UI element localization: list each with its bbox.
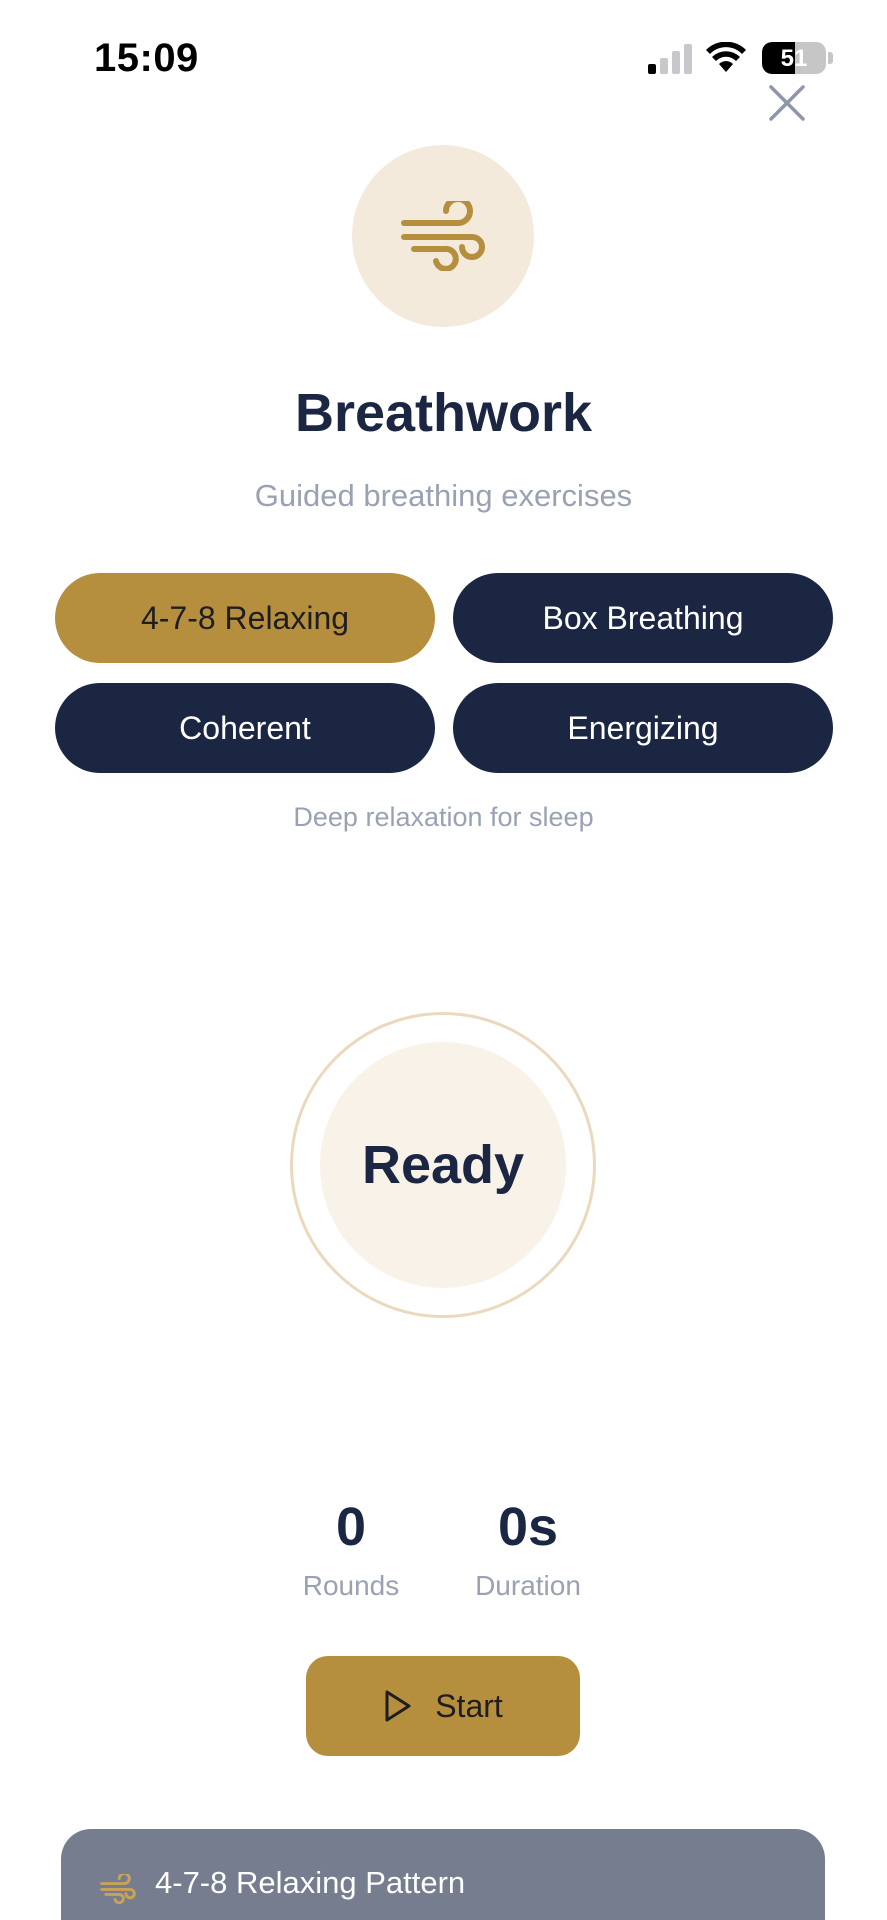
stat-rounds: 0 Rounds (266, 1492, 436, 1602)
breath-circle: Ready (320, 1042, 566, 1288)
rounds-value: 0 (335, 1497, 367, 1557)
wind-icon (100, 1874, 136, 1904)
battery-cap (828, 52, 833, 64)
duration-value: 0s (497, 1497, 559, 1557)
cellular-signal-icon (648, 44, 692, 74)
pattern-button-box-breathing[interactable]: Box Breathing (453, 573, 833, 663)
wind-icon (401, 201, 485, 271)
info-card-title: 4-7-8 Relaxing Pattern (155, 1865, 466, 1900)
status-time: 15:09 (94, 36, 199, 80)
start-button[interactable]: Start (306, 1656, 580, 1756)
battery-icon: 51 (762, 42, 826, 74)
pattern-description: Deep relaxation for sleep (293, 802, 594, 832)
close-icon (769, 85, 805, 121)
pattern-button-energizing[interactable]: Energizing (453, 683, 833, 773)
breath-state: Ready (361, 1135, 525, 1195)
start-label: Start (435, 1687, 503, 1724)
status-bar: 15:09 51 (0, 0, 887, 120)
page-subtitle: Guided breathing exercises (254, 478, 633, 513)
pattern-button-478-relaxing[interactable]: 4-7-8 Relaxing (55, 573, 435, 663)
battery-percent: 51 (780, 45, 808, 72)
play-icon (385, 1690, 411, 1722)
close-button[interactable] (760, 76, 814, 130)
duration-label: Duration (475, 1570, 581, 1601)
rounds-label: Rounds (302, 1570, 400, 1601)
page-title: Breathwork (294, 383, 593, 443)
stat-duration: 0s Duration (443, 1492, 613, 1602)
hero-icon-circle (352, 145, 534, 327)
pattern-button-coherent[interactable]: Coherent (55, 683, 435, 773)
wifi-icon (706, 42, 746, 72)
